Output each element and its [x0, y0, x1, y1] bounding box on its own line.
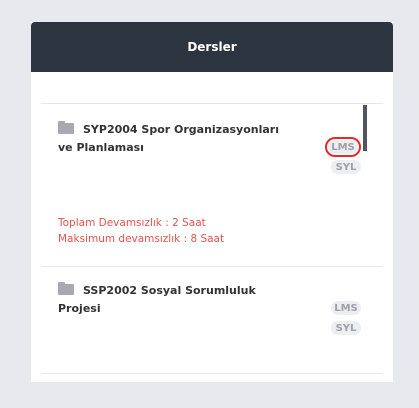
- course-title-line1: SYP2004 Spor Organizasyonları: [83, 123, 279, 136]
- course-item-ssp2002[interactable]: SSP2002 Sosyal Sorumluluk Projesi: [58, 282, 288, 318]
- lms-button[interactable]: LMS: [325, 137, 361, 157]
- courses-panel: Dersler SYP2004 Spor Organizasyonları ve…: [31, 22, 393, 382]
- folder-icon: [58, 282, 74, 295]
- divider: [41, 266, 383, 267]
- course-item-syp2004[interactable]: SYP2004 Spor Organizasyonları ve Planlam…: [58, 121, 288, 157]
- lms-button[interactable]: LMS: [331, 301, 361, 315]
- syl-button[interactable]: SYL: [331, 321, 361, 335]
- attendance-total: Toplam Devamsızlık : 2 Saat: [58, 217, 206, 229]
- divider: [41, 103, 383, 104]
- divider: [41, 373, 383, 374]
- course-title-line2: ve Planlaması: [58, 141, 144, 154]
- attendance-max: Maksimum devamsızlık : 8 Saat: [58, 233, 225, 245]
- scrollbar-thumb[interactable]: [363, 105, 367, 151]
- course-title-line1: SSP2002 Sosyal Sorumluluk: [83, 284, 256, 297]
- panel-title: Dersler: [187, 40, 237, 54]
- folder-icon: [58, 121, 74, 134]
- course-title-line2: Projesi: [58, 302, 101, 315]
- panel-header: Dersler: [31, 22, 393, 72]
- attendance-info: Toplam Devamsızlık : 2 Saat Maksimum dev…: [58, 215, 224, 247]
- syl-button[interactable]: SYL: [331, 160, 361, 174]
